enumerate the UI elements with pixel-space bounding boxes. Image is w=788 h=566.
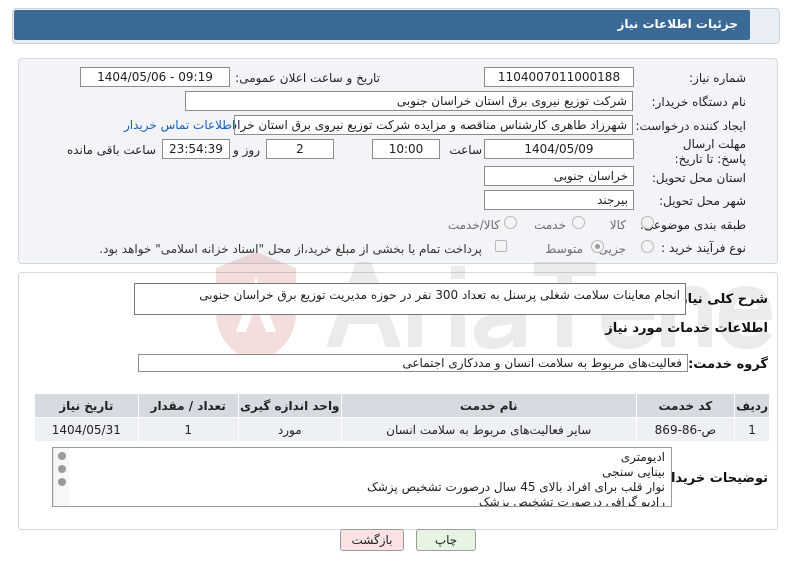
- cell-need-date: 1404/05/31: [34, 417, 139, 442]
- cell-service-code: ص-86-869: [635, 417, 736, 442]
- buyer-org-field: شرکت توزیع نیروی برق استان خراسان جنوبی: [185, 91, 633, 111]
- service-group-field: فعالیت‌های مربوط به سلامت انسان و مددکار…: [138, 354, 688, 372]
- category-option-service: خدمت: [534, 218, 566, 232]
- deadline-date-field: 1404/05/09: [484, 139, 634, 159]
- buyer-notes-label: توضیحات خریدار:: [658, 471, 768, 486]
- days-label: روز و: [233, 143, 260, 157]
- col-need-date: تاریخ نیاز: [34, 393, 139, 418]
- category-radio-service[interactable]: [572, 216, 585, 229]
- need-number-label: شماره نیاز:: [689, 71, 746, 85]
- creator-label: ایجاد کننده درخواست:: [635, 119, 746, 133]
- col-service-code: کد خدمت: [635, 393, 736, 418]
- table-header-row: ردیف کد خدمت نام خدمت واحد اندازه گیری ت…: [34, 393, 770, 418]
- contact-buyer-link[interactable]: اطلاعات تماس خریدار: [124, 118, 235, 132]
- process-option-medium: متوسط: [545, 242, 583, 256]
- buyer-notes-textarea[interactable]: ادیومتری بینایی سنجی نوار قلب برای افراد…: [52, 447, 672, 507]
- remaining-time-field: 23:54:39: [162, 139, 230, 159]
- deadline-label: مهلت ارسال پاسخ: تا تاریخ:: [674, 137, 746, 166]
- treasury-checkbox[interactable]: [495, 240, 507, 252]
- scroll-down-dot-icon[interactable]: [58, 478, 66, 486]
- deadline-time-label: ساعت: [449, 143, 482, 157]
- category-option-goods: کالا: [609, 218, 626, 232]
- category-label: طبقه بندی موضوعی:: [639, 218, 746, 232]
- city-field: بیرجند: [484, 190, 634, 210]
- province-label: استان محل تحویل:: [651, 171, 746, 185]
- table-row: 1 ص-86-869 سایر فعالیت‌های مربوط به سلام…: [34, 417, 770, 442]
- cell-unit: مورد: [237, 417, 342, 442]
- cell-quantity: 1: [137, 417, 239, 442]
- process-radio-minor[interactable]: [641, 240, 654, 253]
- buyer-org-label: نام دستگاه خریدار:: [651, 95, 747, 109]
- need-number-field: 1104007011000188: [484, 67, 634, 87]
- deadline-time-field: 10:00: [372, 139, 440, 159]
- province-field: خراسان جنوبی: [484, 166, 634, 186]
- services-section-title: اطلاعات خدمات مورد نیاز: [605, 321, 768, 336]
- city-label: شهر محل تحویل:: [659, 194, 746, 208]
- scroll-thumb-dot-icon[interactable]: [58, 465, 66, 473]
- buyer-note-line: ادیومتری: [620, 450, 665, 464]
- process-radio-medium[interactable]: [591, 240, 604, 253]
- announce-date-field: 1404/05/06 - 09:19: [80, 67, 230, 87]
- category-radio-goods-service[interactable]: [504, 216, 517, 229]
- cell-service-name: سایر فعالیت‌های مربوط به سلامت انسان: [340, 417, 637, 442]
- cell-row-number: 1: [734, 417, 770, 442]
- summary-label: شرح کلی نیاز:: [674, 292, 768, 307]
- notes-scrollbar[interactable]: [53, 448, 69, 506]
- services-table: ردیف کد خدمت نام خدمت واحد اندازه گیری ت…: [34, 393, 770, 442]
- col-quantity: تعداد / مقدار: [137, 393, 239, 418]
- page-title: جزئیات اطلاعات نیاز: [14, 10, 750, 40]
- payment-note: پرداخت تمام یا بخشی از مبلغ خرید،از محل …: [99, 242, 482, 256]
- category-option-goods-service: کالا/خدمت: [447, 218, 500, 232]
- buyer-note-line: رادیو گرافی درصورت تشخیص پزشک: [478, 495, 665, 507]
- col-service-name: نام خدمت: [340, 393, 637, 418]
- category-radio-goods[interactable]: [641, 216, 654, 229]
- col-row-number: ردیف: [734, 393, 770, 418]
- col-unit: واحد اندازه گیری: [237, 393, 342, 418]
- announce-date-label: تاریخ و ساعت اعلان عمومی:: [235, 71, 380, 85]
- creator-field: شهرزاد طاهری کارشناس مناقصه و مزایده شرک…: [234, 115, 633, 135]
- scroll-up-dot-icon[interactable]: [58, 452, 66, 460]
- process-label: نوع فرآیند خرید :: [661, 241, 746, 255]
- service-group-label: گروه خدمت:: [688, 357, 768, 372]
- days-field: 2: [266, 139, 334, 159]
- buyer-note-line: بینایی سنجی: [602, 465, 665, 479]
- buyer-note-line: نوار قلب برای افراد بالای 45 سال درصورت …: [367, 480, 665, 494]
- remaining-time-label: ساعت باقی مانده: [66, 143, 156, 157]
- summary-textarea: انجام معاینات سلامت شغلی پرسنل به تعداد …: [134, 283, 686, 315]
- print-button[interactable]: چاپ: [416, 529, 476, 551]
- back-button[interactable]: بازگشت: [340, 529, 404, 551]
